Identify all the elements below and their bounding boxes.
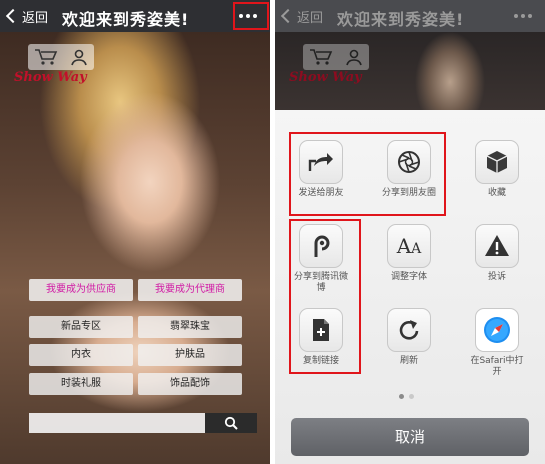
dot-icon — [521, 14, 525, 18]
warning-icon — [485, 235, 509, 256]
cart-icon — [35, 49, 58, 65]
cube-icon — [486, 151, 508, 173]
refresh-icon — [399, 320, 419, 340]
skincare-button[interactable]: 护肤品 — [138, 344, 242, 366]
brand-logo: Show Way — [289, 44, 371, 92]
user-icon — [346, 49, 362, 66]
chevron-left-icon — [280, 8, 296, 24]
logo-icons — [28, 44, 94, 70]
fashion-dress-button[interactable]: 时装礼服 — [29, 373, 133, 395]
navbar: 返回 欢迎来到秀姿美! — [0, 0, 270, 32]
share-label: 在Safari中打开 — [470, 356, 524, 377]
highlight-box-weibo-copy — [289, 219, 361, 374]
screenshot-stage: 返回 欢迎来到秀姿美! Show Way 我要成为供应商 我要成为代理商 新品专… — [0, 0, 545, 464]
highlight-box-share-friends — [289, 132, 446, 216]
page-title: 欢迎来到秀姿美! — [337, 10, 465, 29]
share-label: 收藏 — [487, 188, 506, 198]
dot-icon — [514, 14, 518, 18]
underwear-button[interactable]: 内衣 — [29, 344, 133, 366]
page-title: 欢迎来到秀姿美! — [62, 10, 190, 29]
become-agent-button[interactable]: 我要成为代理商 — [138, 279, 242, 301]
share-open-safari[interactable]: 在Safari中打开 — [467, 308, 527, 378]
share-tile — [475, 224, 519, 268]
cart-icon — [310, 49, 333, 65]
share-report[interactable]: 投诉 — [467, 224, 527, 283]
accessories-button[interactable]: 饰品配饰 — [138, 373, 242, 395]
back-button: 返回 — [279, 6, 323, 26]
highlight-box — [233, 2, 269, 30]
chevron-left-icon — [5, 8, 21, 24]
hero-photo — [0, 32, 270, 464]
share-label: 投诉 — [487, 272, 506, 282]
dot-icon — [528, 14, 532, 18]
brand-logo: Show Way — [14, 44, 96, 92]
share-tile — [475, 140, 519, 184]
search-icon — [224, 416, 238, 430]
brand-name: Show Way — [14, 70, 87, 85]
navbar-dimmed: 返回 欢迎来到秀姿美! — [275, 0, 545, 32]
user-icon — [71, 49, 87, 66]
page-dot-active — [399, 394, 404, 399]
share-refresh[interactable]: 刷新 — [379, 308, 439, 367]
new-products-button[interactable]: 新品专区 — [29, 316, 133, 338]
share-adjust-font[interactable]: AA 调整字体 — [379, 224, 439, 283]
share-tile — [475, 308, 519, 352]
safari-compass-icon — [484, 317, 510, 343]
share-tile — [387, 308, 431, 352]
left-phone: 返回 欢迎来到秀姿美! Show Way 我要成为供应商 我要成为代理商 新品专… — [0, 0, 270, 464]
back-label: 返回 — [22, 10, 49, 26]
back-label: 返回 — [297, 10, 324, 26]
share-label: 调整字体 — [390, 272, 427, 282]
share-favorite[interactable]: 收藏 — [467, 140, 527, 199]
become-supplier-button[interactable]: 我要成为供应商 — [29, 279, 133, 301]
jade-jewelry-button[interactable]: 翡翠珠宝 — [138, 316, 242, 338]
brand-name: Show Way — [289, 70, 362, 85]
page-dot — [409, 394, 414, 399]
share-label: 刷新 — [399, 356, 418, 366]
font-size-icon: AA — [396, 234, 422, 258]
search-bar — [29, 413, 257, 433]
cancel-button[interactable]: 取消 — [291, 418, 529, 456]
search-button[interactable] — [205, 413, 257, 433]
share-tile: AA — [387, 224, 431, 268]
more-options-button — [507, 4, 539, 28]
back-button[interactable]: 返回 — [4, 6, 48, 26]
right-phone: 返回 欢迎来到秀姿美! Show Way 发送给朋友 分享到朋友圈 收藏 分享到… — [275, 0, 545, 464]
search-input[interactable] — [29, 413, 205, 433]
logo-icons — [303, 44, 369, 70]
page-indicator — [399, 394, 414, 399]
